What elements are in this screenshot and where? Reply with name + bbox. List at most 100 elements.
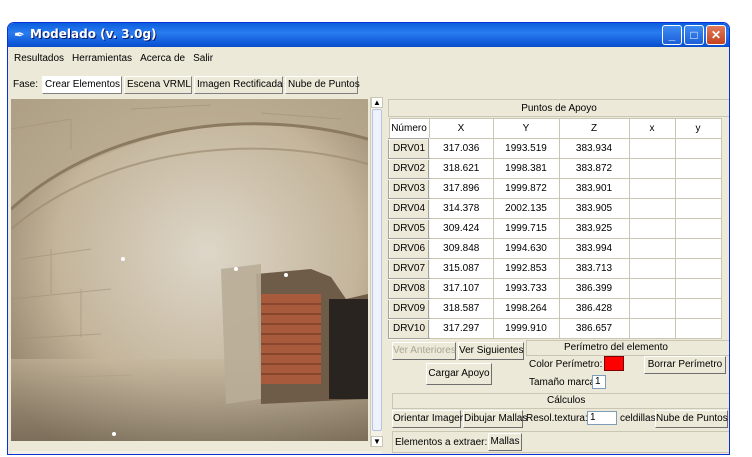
close-button[interactable]: ✕ — [706, 25, 726, 45]
table-row[interactable]: DRV01 317.036 1993.519 383.934 — [388, 137, 722, 160]
scroll-up-arrow-icon[interactable]: ▲ — [371, 97, 383, 108]
tab-imagen-rectificada[interactable]: Imagen Rectificada — [194, 76, 283, 94]
table-cell[interactable]: 1999.910 — [492, 318, 560, 339]
table-row[interactable]: DRV08 317.107 1993.733 386.399 — [388, 277, 722, 300]
table-cell[interactable] — [628, 238, 676, 259]
table-row[interactable]: DRV02 318.621 1998.381 383.872 — [388, 157, 722, 180]
table-cell[interactable]: 317.896 — [428, 178, 494, 199]
table-cell[interactable] — [674, 158, 722, 179]
table-cell[interactable]: 383.925 — [558, 218, 630, 239]
perimeter-color-swatch[interactable] — [604, 356, 624, 371]
tab-crear-elementos[interactable]: Crear Elementos — [42, 76, 122, 94]
table-cell[interactable] — [628, 258, 676, 279]
draw-mesh-button[interactable]: Dibujar Mallas — [463, 410, 527, 428]
table-cell[interactable]: 386.399 — [558, 278, 630, 299]
prev-button[interactable]: Ver Anteriores — [392, 342, 456, 360]
table-cell[interactable]: 1994.630 — [492, 238, 560, 259]
table-row[interactable]: DRV05 309.424 1999.715 383.925 — [388, 217, 722, 240]
scroll-down-arrow-icon[interactable]: ▼ — [371, 436, 383, 447]
table-cell[interactable] — [628, 298, 676, 319]
point-id-button[interactable]: DRV10 — [388, 317, 430, 340]
next-button[interactable]: Ver Siguientes — [458, 342, 524, 360]
point-id-button[interactable]: DRV03 — [388, 177, 430, 200]
table-cell[interactable] — [628, 278, 676, 299]
table-cell[interactable]: 383.713 — [558, 258, 630, 279]
tab-nube-de-puntos[interactable]: Nube de Puntos — [285, 76, 360, 94]
menu-herramientas[interactable]: Herramientas — [71, 51, 133, 67]
point-cloud-button[interactable]: Nube de Puntos — [655, 410, 728, 428]
scroll-thumb[interactable] — [372, 109, 382, 431]
photo-canvas[interactable] — [11, 99, 368, 441]
table-cell[interactable]: 1999.872 — [492, 178, 560, 199]
calculos-title: Cálculos — [547, 395, 586, 406]
table-cell[interactable]: 1992.853 — [492, 258, 560, 279]
texture-input[interactable]: 1 — [587, 411, 617, 425]
minimize-button[interactable]: _ — [662, 25, 682, 45]
table-cell[interactable]: 1993.519 — [492, 138, 560, 159]
column-header: X — [428, 118, 494, 139]
table-cell[interactable]: 386.428 — [558, 298, 630, 319]
table-cell[interactable]: 309.424 — [428, 218, 494, 239]
table-cell[interactable]: 383.994 — [558, 238, 630, 259]
table-cell[interactable] — [674, 278, 722, 299]
table-cell[interactable]: 318.587 — [428, 298, 494, 319]
horizontal-scrollbar[interactable] — [12, 451, 382, 454]
table-row[interactable]: DRV07 315.087 1992.853 383.713 — [388, 257, 722, 280]
table-row[interactable]: DRV10 317.297 1999.910 386.657 — [388, 317, 722, 340]
table-row[interactable]: DRV06 309.848 1994.630 383.994 — [388, 237, 722, 260]
table-cell[interactable]: 314.378 — [428, 198, 494, 219]
table-cell[interactable]: 383.934 — [558, 138, 630, 159]
table-cell[interactable]: 383.872 — [558, 158, 630, 179]
table-cell[interactable]: 309.848 — [428, 238, 494, 259]
table-cell[interactable] — [628, 198, 676, 219]
point-id-button[interactable]: DRV06 — [388, 237, 430, 260]
table-cell[interactable]: 317.036 — [428, 138, 494, 159]
table-cell[interactable] — [628, 138, 676, 159]
point-id-button[interactable]: DRV04 — [388, 197, 430, 220]
table-cell[interactable] — [674, 318, 722, 339]
table-cell[interactable] — [628, 218, 676, 239]
point-id-button[interactable]: DRV08 — [388, 277, 430, 300]
table-cell[interactable] — [674, 138, 722, 159]
menu-acerca-de[interactable]: Acerca de — [139, 51, 186, 67]
table-cell[interactable] — [628, 158, 676, 179]
table-cell[interactable]: 383.901 — [558, 178, 630, 199]
menu-salir[interactable]: Salir — [192, 51, 214, 67]
table-row[interactable]: DRV09 318.587 1998.264 386.428 — [388, 297, 722, 320]
table-cell[interactable] — [674, 178, 722, 199]
menu-resultados[interactable]: Resultados — [13, 51, 65, 67]
table-cell[interactable]: 1998.381 — [492, 158, 560, 179]
table-row[interactable]: DRV04 314.378 2002.135 383.905 — [388, 197, 722, 220]
table-cell[interactable]: 386.657 — [558, 318, 630, 339]
load-button[interactable]: Cargar Apoyo — [426, 363, 492, 385]
point-id-button[interactable]: DRV09 — [388, 297, 430, 320]
table-cell[interactable]: 1999.715 — [492, 218, 560, 239]
table-cell[interactable]: 317.297 — [428, 318, 494, 339]
table-cell[interactable]: 383.905 — [558, 198, 630, 219]
table-cell[interactable] — [674, 218, 722, 239]
table-cell[interactable] — [628, 318, 676, 339]
maximize-button[interactable]: □ — [684, 25, 704, 45]
table-cell[interactable]: 317.107 — [428, 278, 494, 299]
orient-image-button[interactable]: Orientar Imagen — [392, 410, 465, 428]
table-cell[interactable]: 1993.733 — [492, 278, 560, 299]
delete-perimeter-button[interactable]: Borrar Perímetro — [644, 356, 726, 374]
vertical-scrollbar[interactable]: ▲ ▼ — [370, 97, 383, 447]
table-cell[interactable] — [674, 258, 722, 279]
table-cell[interactable]: 1998.264 — [492, 298, 560, 319]
point-id-button[interactable]: DRV01 — [388, 137, 430, 160]
point-id-button[interactable]: DRV02 — [388, 157, 430, 180]
table-row[interactable]: DRV03 317.896 1999.872 383.901 — [388, 177, 722, 200]
table-cell[interactable]: 2002.135 — [492, 198, 560, 219]
table-cell[interactable] — [674, 298, 722, 319]
table-cell[interactable]: 318.621 — [428, 158, 494, 179]
table-cell[interactable] — [628, 178, 676, 199]
table-cell[interactable]: 315.087 — [428, 258, 494, 279]
table-cell[interactable] — [674, 238, 722, 259]
mesh-button[interactable]: Mallas — [488, 433, 522, 451]
point-id-button[interactable]: DRV07 — [388, 257, 430, 280]
point-id-button[interactable]: DRV05 — [388, 217, 430, 240]
mark-size-input[interactable]: 1 — [592, 375, 606, 389]
table-cell[interactable] — [674, 198, 722, 219]
tab-escena-vrml[interactable]: Escena VRML — [124, 76, 192, 94]
